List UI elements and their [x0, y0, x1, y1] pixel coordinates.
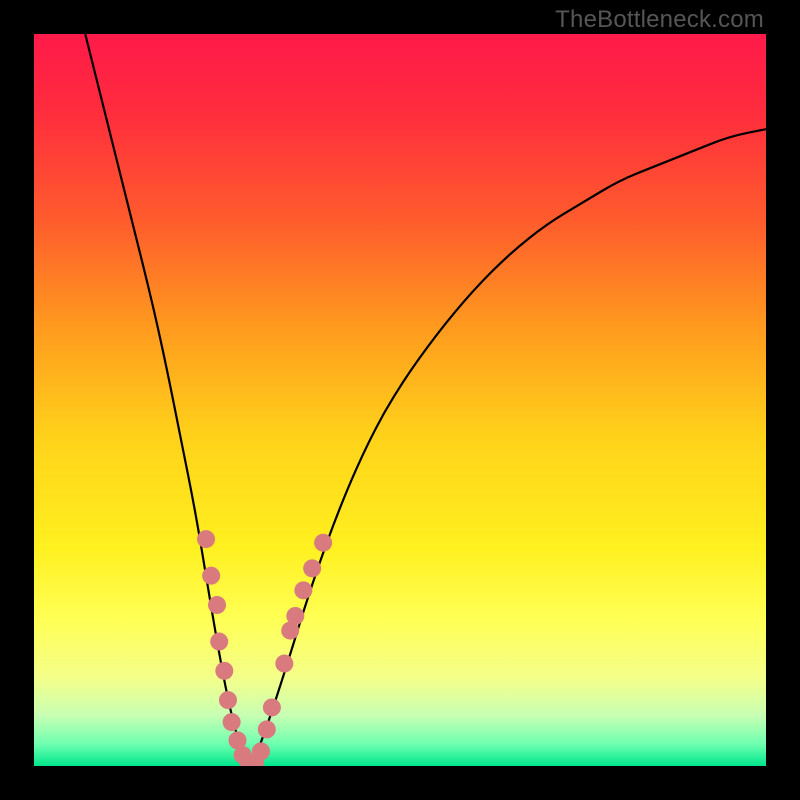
- chart-svg: [34, 34, 766, 766]
- marker-point: [303, 559, 321, 577]
- marker-point: [197, 530, 215, 548]
- marker-point: [294, 581, 312, 599]
- marker-point: [210, 633, 228, 651]
- marker-point: [219, 691, 237, 709]
- gradient-background: [34, 34, 766, 766]
- marker-point: [263, 698, 281, 716]
- marker-point: [223, 713, 241, 731]
- marker-point: [286, 607, 304, 625]
- chart-frame: TheBottleneck.com: [0, 0, 800, 800]
- marker-point: [202, 567, 220, 585]
- marker-point: [314, 534, 332, 552]
- watermark-text: TheBottleneck.com: [555, 6, 764, 34]
- marker-point: [275, 655, 293, 673]
- plot-area: [34, 34, 766, 766]
- marker-point: [208, 596, 226, 614]
- marker-point: [215, 662, 233, 680]
- marker-point: [258, 720, 276, 738]
- marker-point: [252, 742, 270, 760]
